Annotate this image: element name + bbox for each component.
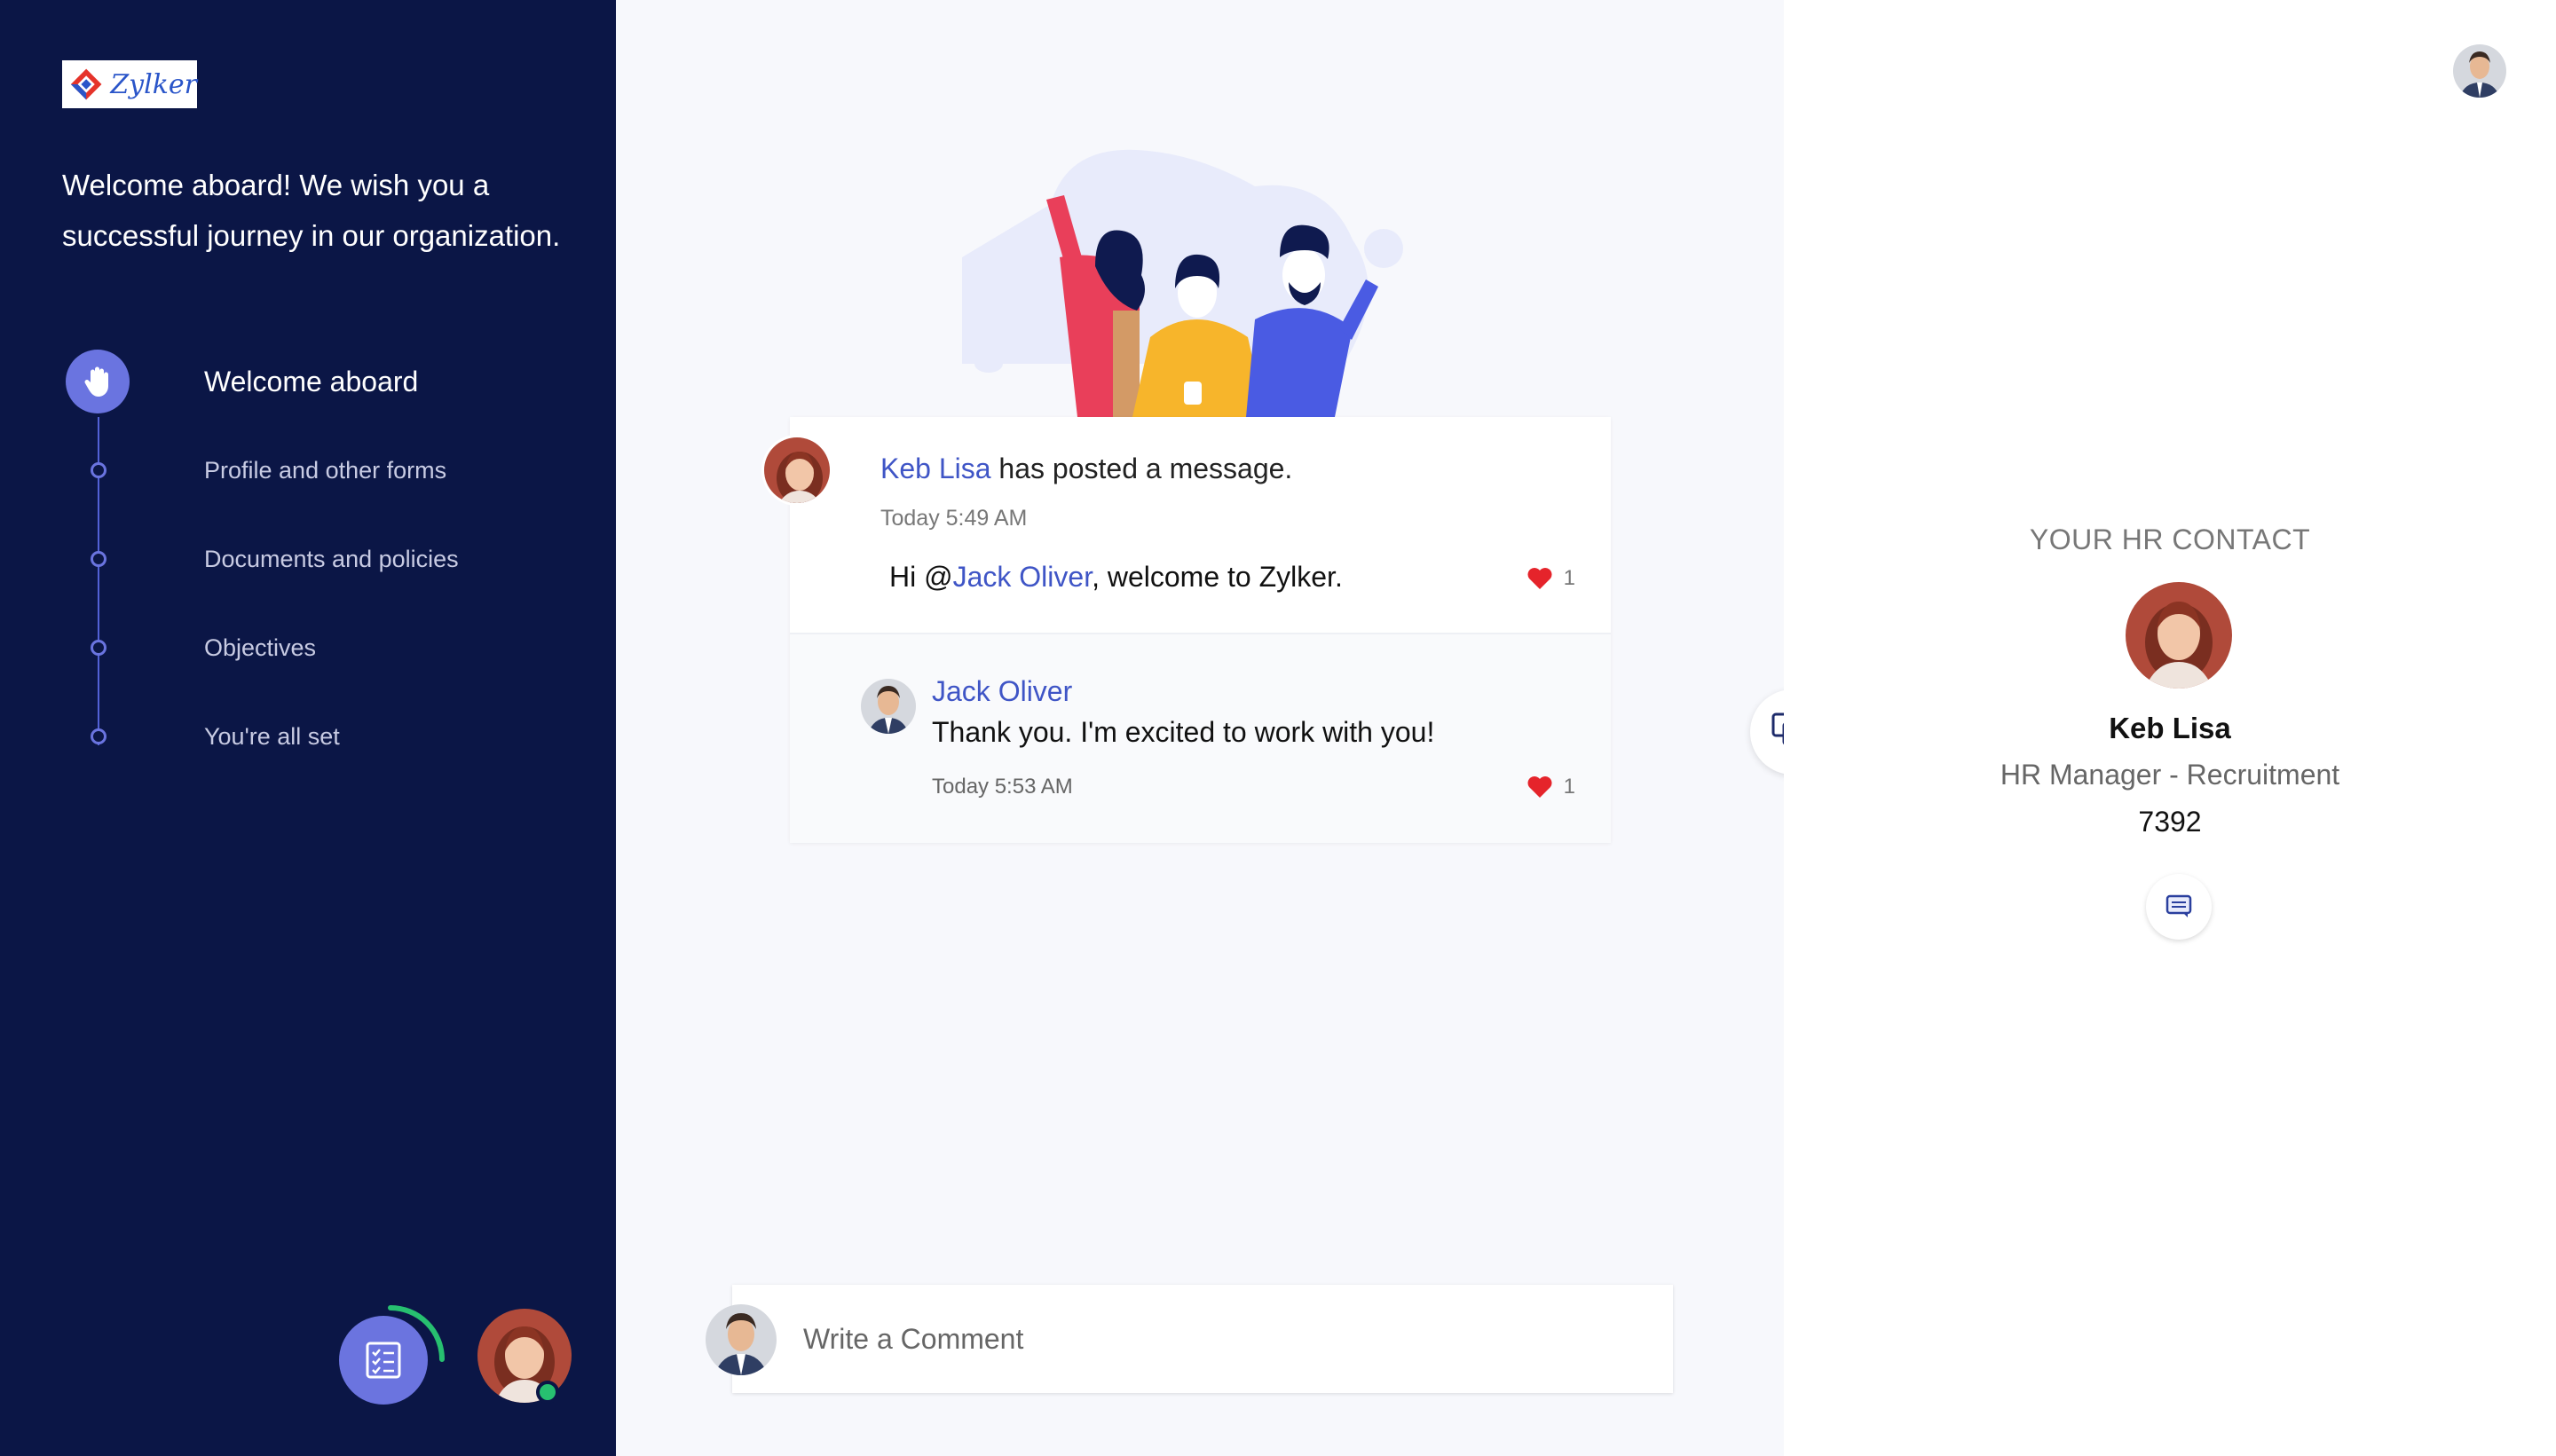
tasks-button[interactable] bbox=[339, 1316, 428, 1405]
step-profile-forms[interactable]: Profile and other forms bbox=[0, 444, 616, 497]
step-dot-icon bbox=[91, 728, 106, 744]
step-label: You're all set bbox=[204, 722, 340, 750]
profile-avatar[interactable] bbox=[2453, 44, 2506, 98]
step-dot-icon bbox=[91, 551, 106, 567]
message-card: Keb Lisa has posted a message. Today 5:4… bbox=[761, 417, 1611, 843]
step-label: Profile and other forms bbox=[204, 456, 447, 484]
company-logo[interactable]: Zylker bbox=[62, 60, 197, 108]
post-action-text: has posted a message. bbox=[998, 453, 1293, 484]
hr-contact-avatar[interactable] bbox=[2126, 582, 2232, 689]
mention-link[interactable]: Jack Oliver bbox=[953, 561, 1092, 593]
like-count: 1 bbox=[1563, 566, 1575, 590]
sidebar: Zylker Welcome aboard! We wish you a suc… bbox=[0, 0, 616, 1456]
comment-input[interactable] bbox=[803, 1285, 1655, 1393]
reply-timestamp: Today 5:53 AM bbox=[932, 775, 1073, 799]
step-objectives[interactable]: Objectives bbox=[0, 621, 616, 674]
reply-author-link[interactable]: Jack Oliver bbox=[932, 675, 1072, 708]
hand-icon bbox=[66, 350, 130, 413]
hr-contact-heading: YOUR HR CONTACT bbox=[2029, 523, 2311, 555]
post-author-link[interactable]: Keb Lisa bbox=[880, 453, 991, 484]
step-dot-icon bbox=[91, 640, 106, 656]
welcome-team-illustration bbox=[962, 149, 1403, 417]
heart-icon bbox=[1527, 776, 1552, 798]
zylker-logo-icon bbox=[70, 68, 102, 100]
step-label: Documents and policies bbox=[204, 545, 459, 572]
message-icon bbox=[2166, 894, 2192, 917]
online-status-indicator bbox=[536, 1381, 559, 1404]
hr-contact-extension: 7392 bbox=[2138, 806, 2202, 838]
heart-icon bbox=[1527, 568, 1552, 589]
checklist-icon bbox=[366, 1342, 401, 1379]
step-documents-policies[interactable]: Documents and policies bbox=[0, 532, 616, 586]
welcome-message: Welcome aboard! We wish you a successful… bbox=[62, 169, 561, 252]
author-avatar[interactable] bbox=[761, 435, 832, 506]
comment-box bbox=[706, 1285, 1673, 1393]
step-dot-icon bbox=[91, 462, 106, 478]
reply-message: Thank you. I'm excited to work with you! bbox=[932, 716, 1435, 748]
post-like-button[interactable]: 1 bbox=[1526, 566, 1575, 591]
post: Keb Lisa has posted a message. Today 5:4… bbox=[761, 417, 1611, 634]
post-timestamp: Today 5:49 AM bbox=[880, 506, 1028, 531]
reply: Jack Oliver Thank you. I'm excited to wo… bbox=[790, 634, 1611, 843]
like-count: 1 bbox=[1563, 775, 1575, 799]
hr-contact-message-button[interactable] bbox=[2146, 874, 2212, 940]
step-welcome-aboard[interactable]: Welcome aboard bbox=[0, 350, 616, 413]
current-user-avatar bbox=[706, 1304, 777, 1375]
reply-author-avatar[interactable] bbox=[861, 679, 916, 734]
hr-contact-name: Keb Lisa bbox=[2109, 712, 2231, 744]
message-suffix: , welcome to Zylker. bbox=[1092, 561, 1343, 593]
step-all-set[interactable]: You're all set bbox=[0, 710, 616, 763]
post-message: Hi @Jack Oliver, welcome to Zylker. bbox=[889, 561, 1343, 594]
logo-text: Zylker bbox=[110, 68, 197, 100]
hr-contact-role: HR Manager - Recruitment bbox=[2000, 759, 2340, 791]
reply-like-button[interactable]: 1 bbox=[1526, 775, 1575, 799]
message-prefix: Hi @ bbox=[889, 561, 953, 593]
step-label: Objectives bbox=[204, 634, 317, 661]
post-header: Keb Lisa has posted a message. bbox=[880, 453, 1292, 485]
step-label: Welcome aboard bbox=[204, 365, 419, 397]
